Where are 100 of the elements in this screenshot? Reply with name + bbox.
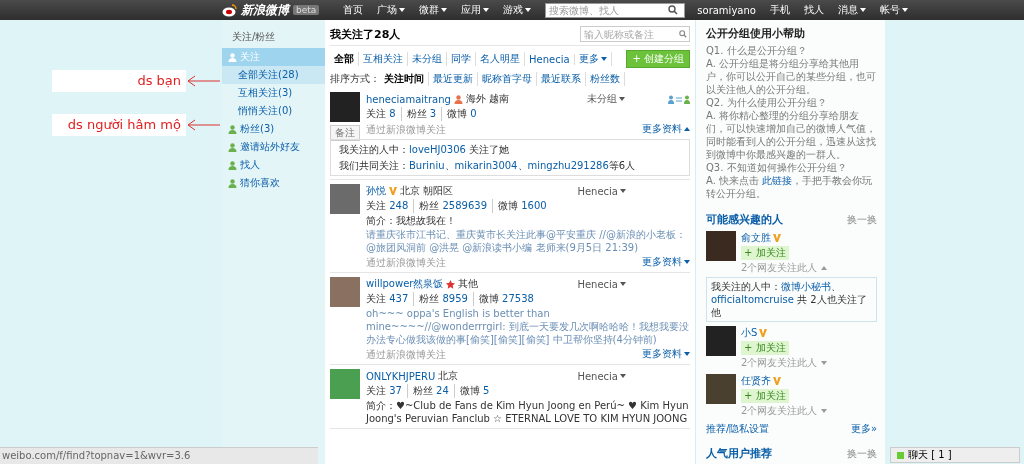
user-link[interactable]: officialtomcruise [711,294,794,305]
filter-tab[interactable]: 互相关注 [359,52,408,66]
filter-tab[interactable]: 全部 [330,52,359,66]
filter-tab[interactable]: 名人明星 [476,52,525,66]
filter-tab[interactable]: 更多 [574,52,612,66]
caret-icon [620,282,626,286]
sidebar-subitem[interactable]: 悄悄关注(0) [222,102,325,120]
more-info-link[interactable]: 更多资料 [642,255,690,269]
latest-post: 请重庆张市江书记、重庆黄市长关注此事@平安重庆 //@新浪的小老板：@旅团风洞前 @洪晃 @新浪读书小编 老师来(9月5日 21:39) [366,228,687,254]
avatar-photo[interactable] [330,92,360,122]
user-link[interactable]: 此链接 [762,175,793,186]
user-link[interactable]: mingzhu291286 [527,160,609,171]
nav-link[interactable]: 找人 [803,3,824,17]
group-dropdown[interactable]: Henecia [577,370,626,382]
follow-source: 通过新浪微博关注 [366,347,446,361]
user-name[interactable]: ONLYKHJPERU [366,370,436,382]
group-dropdown[interactable]: Henecia [577,278,626,290]
nav-link[interactable]: 消息 [837,3,866,17]
nav-link[interactable]: 帐号 [879,3,908,17]
beta-badge: beta [293,5,320,15]
more-info-link[interactable]: 更多资料 [642,122,690,136]
more-info-link[interactable]: 更多资料 [642,347,690,361]
user-stat: 粉丝 2589639 [413,199,492,213]
search-icon[interactable] [668,5,679,15]
nav-link[interactable]: 应用 [461,3,490,17]
sort-tab[interactable]: 粉丝数 [586,72,625,86]
page-heading: 我关注了28人 [330,26,401,42]
user-name[interactable]: 俞文胜 [741,231,771,245]
verified-icon [773,377,781,385]
group-dropdown[interactable]: 未分组 [587,92,625,106]
refresh-link[interactable]: 换一换 [847,212,877,227]
sort-tab[interactable]: 最近联系 [537,72,586,86]
verified-icon [773,234,781,242]
nav-link[interactable]: 首页 [343,3,364,17]
user-link[interactable]: Buriniu [409,160,445,171]
filter-tab[interactable]: 同学 [447,52,476,66]
settings-link[interactable]: 推荐/隐私设置 [706,422,770,436]
sort-tab[interactable]: 昵称首字母 [478,72,537,86]
user-bio: 简介：♥~Club de Fans de Kim Hyun Joong en Perú~ ♥ Kim Hyun Joong's Peruvian Fanclub ☆ ETERNAL LOVE TO KIM HYUN JOONG [366,399,690,425]
user-name[interactable]: 任贤齐 [741,374,771,388]
user-stat: 微博 27538 [472,292,539,306]
avatar-photo[interactable] [330,369,360,399]
nav-link[interactable]: 广场 [377,3,406,17]
user-name[interactable]: 孙悦 [366,184,386,198]
sidebar-item[interactable]: 邀请站外好友 [222,138,325,156]
sidebar-subitem[interactable]: 互相关注(3) [222,84,325,102]
search-icon[interactable] [679,30,687,38]
nav-link[interactable]: 微群 [419,3,448,17]
filter-tab[interactable]: Henecia [525,53,575,65]
help-text: Q1. 什么是公开分组？ [706,44,808,57]
sidebar-item[interactable]: 找人 [222,156,325,174]
help-text: A. 快来点击 此链接，手把手教会你玩转公开分组。 [706,174,874,200]
site-logo[interactable]: 新浪微博 [241,1,289,19]
latest-post: oh~~~ oppa's English is better than mine~~~~//@wonderrrgirl: 到底一天要发几次啊哈哈哈！我想我要没办法专心做我该做的事[偷笑][偷笑][偷笑] 中卫帮你坚持(4分钟前) [366,307,690,346]
caret-icon [821,409,828,413]
group-dropdown[interactable]: Henecia [577,185,626,197]
sort-tab[interactable]: 最近更新 [429,72,478,86]
filter-tab[interactable]: 未分组 [408,52,447,66]
sidebar-subitem[interactable]: 全部关注(28) [222,66,325,84]
refresh-link[interactable]: 换一换 [847,446,877,461]
follow-source: 通过新浪微博关注 [366,255,446,269]
sidebar-item[interactable]: 粉丝(3) [222,120,325,138]
person-icon [228,52,237,62]
user-stat: 微博 5 [453,384,495,398]
user-link[interactable]: mikarin3004 [454,160,518,171]
user-stat: 粉丝 8959 [413,292,473,306]
user-location: 其他 [458,277,479,291]
sidebar-title: 关注/粉丝 [231,30,277,44]
user-location: 北京 [438,369,459,383]
username-link[interactable]: soramiyano [697,4,756,16]
user-name[interactable]: 小S [741,326,758,340]
more-link[interactable]: 更多» [850,422,877,436]
user-name[interactable]: heneciamaitrang [366,93,451,105]
avatar-photo[interactable] [330,184,360,214]
avatar-photo[interactable] [330,277,360,307]
search-field[interactable]: 输入昵称或备注 [580,26,690,42]
sort-label: 排序方式： [330,72,380,86]
help-title: 公开分组使用小帮助 [706,26,806,41]
user-location: 海外 越南 [465,92,510,106]
person-icon [228,178,237,188]
user-stat: 微博 1600 [492,199,552,213]
avatar-photo[interactable] [706,326,736,356]
user-link[interactable]: loveHJ0306 [409,144,466,155]
follow-button[interactable]: + 加关注 [741,341,789,355]
nav-link[interactable]: 手机 [769,3,790,17]
avatar-photo[interactable] [706,374,736,404]
user-link[interactable]: 微博小秘书 [781,281,831,292]
help-text: Q3. 不知道如何操作公开分组？ [706,161,848,174]
user-bio: 简介：我想故我在！ [366,214,457,227]
sidebar-item[interactable]: 猜你喜欢 [222,174,325,192]
avatar-photo[interactable] [706,231,736,261]
search-field[interactable]: 搜索微博、找人 [545,2,686,18]
follow-button[interactable]: + 加关注 [741,389,789,403]
user-name[interactable]: willpower然泉饭 [366,277,444,291]
nav-link[interactable]: 游戏 [503,3,532,17]
sort-tab[interactable]: 关注时间 [380,72,429,86]
help-text: Q2. 为什么使用公开分组？ [706,96,828,109]
person-icon [228,124,237,134]
follow-button[interactable]: + 加关注 [741,246,789,260]
chat-button[interactable]: 聊天 [ 1 ] [890,447,1020,463]
